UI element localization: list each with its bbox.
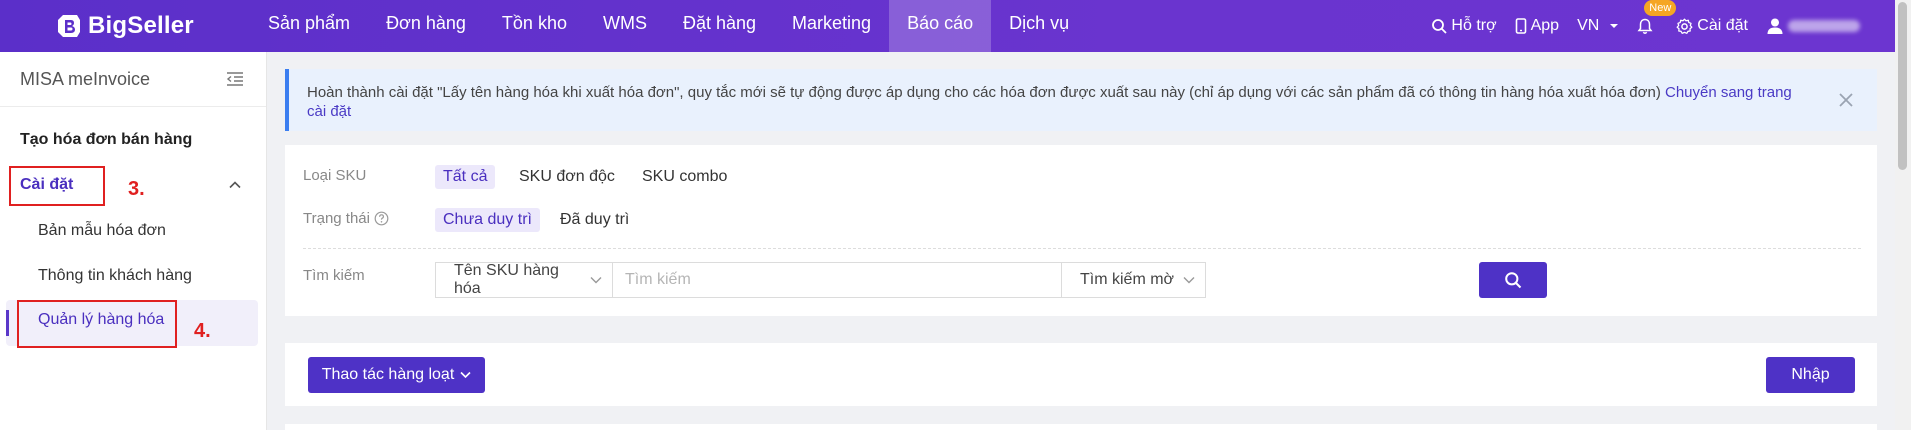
status-label-text: Trạng thái [303,210,370,227]
nav-item-reports[interactable]: Báo cáo [889,0,992,52]
scrollbar-thumb[interactable] [1898,2,1907,170]
search-input[interactable] [613,262,1061,298]
header-tools: Hỗ trợ App VN New Cài đặt [1422,0,1869,52]
user-icon [1767,18,1783,34]
sku-type-label-text: Loại SKU [303,167,367,184]
search-row: Tên SKU hàng hóa Tìm kiếm mờ [435,262,1206,298]
support-label: Hỗ trợ [1451,17,1497,34]
search-field-select[interactable]: Tên SKU hàng hóa [435,262,613,298]
search-button[interactable] [1479,262,1547,298]
action-bar: Thao tác hàng loạt Nhập [285,343,1877,406]
filter-divider [303,248,1861,249]
annotation-box-settings [9,166,105,206]
sidebar-header: MISA meInvoice [0,52,266,107]
annotation-step-4: 4. [194,320,211,342]
sku-type-combo[interactable]: SKU combo [634,165,735,189]
support-link[interactable]: Hỗ trợ [1422,17,1505,35]
sku-type-all[interactable]: Tất cả [435,165,496,189]
collapse-menu-icon[interactable] [226,71,244,87]
sidebar-item-customer-info[interactable]: Thông tin khách hàng [38,267,192,285]
sku-type-label: Loại SKU [303,167,366,184]
search-label-text: Tìm kiếm [303,267,365,284]
import-button[interactable]: Nhập [1766,357,1855,393]
search-mode-select[interactable]: Tìm kiếm mờ [1061,262,1206,298]
close-icon[interactable] [1837,91,1855,109]
table-card [285,424,1877,430]
gear-icon [1676,18,1693,34]
chevron-down-icon [590,277,602,284]
nav-item-products[interactable]: Sản phẩm [250,0,368,52]
status-label: Trạng thái [303,210,389,227]
chevron-up-icon[interactable] [228,178,242,192]
info-notice: Hoàn thành cài đặt "Lấy tên hàng hóa khi… [285,69,1877,131]
search-icon [1505,272,1522,289]
sku-type-single[interactable]: SKU đơn độc [511,165,623,189]
settings-link[interactable]: Cài đặt [1667,17,1757,35]
main-nav: Sản phẩm Đơn hàng Tồn kho WMS Đặt hàng M… [250,0,1087,52]
sidebar: MISA meInvoice Tạo hóa đơn bán hàng Cài … [0,52,267,430]
nav-item-marketing[interactable]: Marketing [774,0,889,52]
search-field-value: Tên SKU hàng hóa [454,262,559,297]
status-maintained[interactable]: Đã duy trì [552,208,637,232]
sidebar-item-create-invoice[interactable]: Tạo hóa đơn bán hàng [20,131,192,149]
active-item-indicator [6,310,9,336]
bell-icon [1637,18,1653,34]
chevron-down-icon [1183,277,1195,284]
bulk-actions-label: Thao tác hàng loạt [321,366,455,383]
bulk-actions-button[interactable]: Thao tác hàng loạt [308,357,485,393]
top-navigation-bar: BigSeller Sản phẩm Đơn hàng Tồn kho WMS … [0,0,1895,52]
notification-button[interactable]: New [1628,0,1677,35]
search-mode-value: Tìm kiếm mờ [1080,271,1175,288]
nav-item-wms[interactable]: WMS [585,0,665,52]
mobile-phone-icon [1515,18,1526,34]
sidebar-item-invoice-templates[interactable]: Bản mẫu hóa đơn [38,222,166,240]
sidebar-title: MISA meInvoice [20,68,151,89]
user-menu[interactable] [1757,17,1869,35]
nav-item-inventory[interactable]: Tồn kho [484,0,585,52]
nav-item-purchase[interactable]: Đặt hàng [665,0,774,52]
annotation-step-3: 3. [128,178,145,200]
language-selector[interactable]: VN [1568,17,1628,35]
app-label: App [1530,17,1560,34]
status-not-maintained[interactable]: Chưa duy trì [435,208,540,232]
chevron-down-icon [460,371,471,379]
settings-label: Cài đặt [1697,17,1748,34]
language-label: VN [1577,17,1600,34]
bigseller-logo-icon [58,15,80,37]
import-label: Nhập [1791,366,1830,383]
username-redacted [1788,20,1860,32]
bigseller-logo[interactable]: BigSeller [56,9,194,43]
brand-name: BigSeller [88,12,194,39]
nav-item-services[interactable]: Dịch vụ [991,0,1087,52]
filter-panel: Loại SKU Tất cả SKU đơn độc SKU combo Tr… [285,145,1877,316]
caret-down-icon [1610,24,1619,28]
annotation-box-goods [17,300,177,348]
page-scrollbar[interactable] [1895,0,1911,430]
nav-item-orders[interactable]: Đơn hàng [368,0,484,52]
notice-text: Hoàn thành cài đặt "Lấy tên hàng hóa khi… [307,84,1661,101]
search-icon [1432,19,1448,34]
app-link[interactable]: App [1506,17,1568,35]
help-circle-icon[interactable] [374,211,389,226]
search-label: Tìm kiếm [303,267,365,284]
new-badge: New [1644,0,1677,16]
